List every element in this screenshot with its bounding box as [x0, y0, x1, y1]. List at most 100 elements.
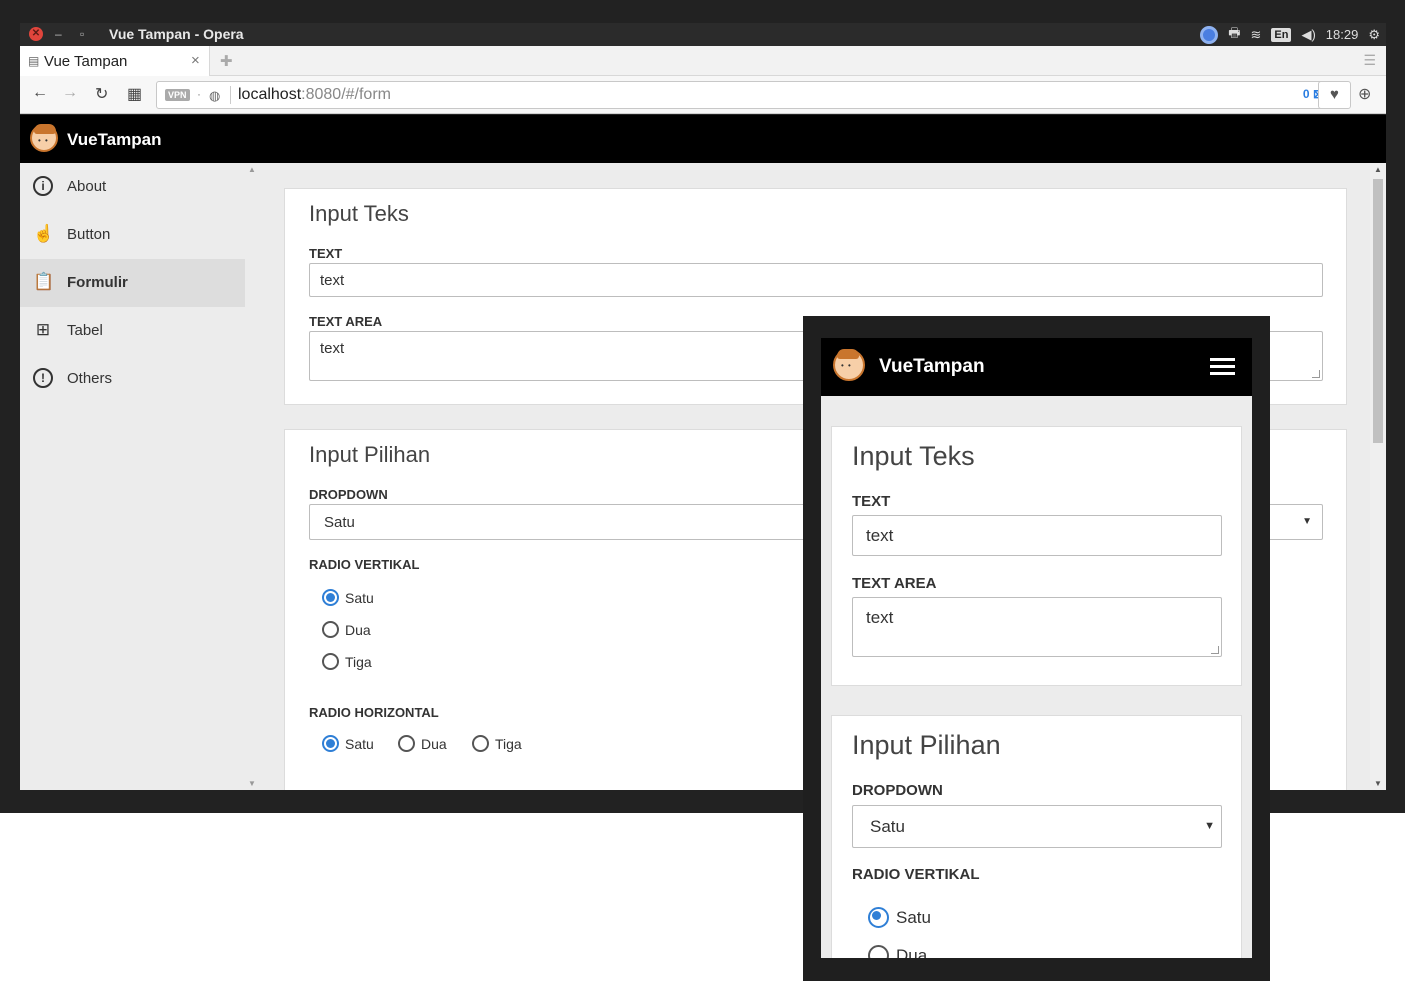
- sidebar-item-others[interactable]: ! Others: [20, 355, 245, 403]
- back-arrow-icon[interactable]: ←: [32, 84, 48, 102]
- window-restore-icon[interactable]: ▫: [80, 27, 84, 41]
- radio-horizontal-satu[interactable]: Satu: [322, 734, 392, 754]
- text-area[interactable]: text: [852, 597, 1222, 657]
- forward-arrow-icon[interactable]: →: [62, 84, 78, 102]
- app-header: VueTampan: [20, 115, 1386, 163]
- dropdown-label: DROPDOWN: [309, 487, 388, 502]
- alert-icon: !: [33, 368, 53, 388]
- text-input[interactable]: text: [852, 515, 1222, 556]
- settings-gear-icon[interactable]: ⚙: [1368, 27, 1380, 43]
- textarea-label: TEXT AREA: [309, 314, 383, 329]
- sidebar: i About ☝ Button 📋 Formulir ⊞ Tabel ! Ot…: [20, 163, 245, 790]
- navigation-bar: ← → ↻ ▦ VPN · ◍ localhost:8080/#/form 0 …: [20, 76, 1386, 114]
- scroll-up-arrow-icon[interactable]: ▲: [1374, 165, 1382, 174]
- input-teks-card: Input Teks TEXT text TEXT AREA text: [831, 426, 1242, 686]
- download-icon[interactable]: ⊕: [1358, 84, 1371, 104]
- address-divider: [230, 86, 231, 104]
- site-info-icon[interactable]: ◍: [209, 88, 220, 104]
- chevron-down-icon: ▼: [1204, 820, 1215, 832]
- sidebar-item-button[interactable]: ☝ Button: [20, 211, 245, 259]
- mobile-screen: VueTampan Input Teks TEXT text TEXT AREA…: [821, 338, 1252, 958]
- speed-dial-icon[interactable]: ▦: [127, 84, 142, 104]
- radio-vertical-tiga[interactable]: Tiga: [322, 652, 402, 672]
- dropdown-value: Satu: [870, 817, 905, 836]
- vpn-badge[interactable]: VPN: [165, 89, 190, 101]
- chevron-down-icon: ▼: [1302, 516, 1312, 527]
- mascot-logo-icon[interactable]: [30, 124, 58, 152]
- tab-menu-icon[interactable]: ☰: [1363, 52, 1376, 69]
- text-input[interactable]: text: [309, 263, 1323, 297]
- radio-vertical-dua[interactable]: Dua: [322, 620, 402, 640]
- sidebar-item-tabel[interactable]: ⊞ Tabel: [20, 307, 245, 355]
- resize-grip-icon[interactable]: [1312, 370, 1320, 378]
- radio-horizontal-label: RADIO HORIZONTAL: [309, 705, 439, 720]
- adblock-count: 0: [1302, 87, 1310, 101]
- window-title: Vue Tampan - Opera: [109, 26, 244, 42]
- url-path: :8080/#/form: [301, 86, 391, 103]
- radio-unchecked-icon: [868, 945, 889, 958]
- clock[interactable]: 18:29: [1326, 27, 1359, 42]
- radio-label: Satu: [345, 590, 374, 606]
- address-separator-dot: ·: [197, 87, 201, 101]
- scroll-down-arrow-icon[interactable]: ▼: [1374, 779, 1382, 788]
- scroll-down-arrow-icon[interactable]: ▼: [248, 779, 256, 788]
- textarea-label: TEXT AREA: [852, 575, 937, 592]
- mobile-app-header: VueTampan: [821, 338, 1252, 396]
- radio-checked-icon: [322, 589, 339, 606]
- sidebar-scrollbar[interactable]: ▲ ▼: [246, 163, 258, 790]
- sidebar-item-label: Button: [67, 226, 111, 243]
- radio-label: Dua: [896, 946, 928, 958]
- card-title: Input Teks: [309, 201, 409, 226]
- url-text[interactable]: localhost:8080/#/form: [238, 86, 391, 104]
- scroll-up-arrow-icon[interactable]: ▲: [248, 165, 256, 174]
- input-pilihan-card: Input Pilihan DROPDOWN Satu ▼ RADIO VERT…: [831, 715, 1242, 958]
- reload-icon[interactable]: ↻: [95, 84, 108, 104]
- radio-unchecked-icon: [472, 735, 489, 752]
- window-minimize-icon[interactable]: –: [55, 27, 62, 41]
- radio-checked-icon: [868, 907, 889, 928]
- tab-close-icon[interactable]: ×: [191, 52, 200, 69]
- keyboard-layout-indicator[interactable]: En: [1271, 27, 1292, 42]
- radio-checked-icon: [322, 735, 339, 752]
- browser-tab[interactable]: ▤ Vue Tampan ×: [20, 46, 210, 76]
- app-brand[interactable]: VueTampan: [67, 130, 161, 150]
- mascot-logo-icon[interactable]: [833, 349, 865, 381]
- window-close-icon[interactable]: ✕: [29, 27, 43, 41]
- bookmark-heart-icon[interactable]: ♥: [1318, 81, 1351, 109]
- radio-vertical-dua[interactable]: Dua: [868, 944, 968, 958]
- scrollbar-thumb[interactable]: [1373, 179, 1383, 443]
- tab-bar: ▤ Vue Tampan × ✚ ☰: [20, 46, 1386, 76]
- sidebar-item-formulir[interactable]: 📋 Formulir: [20, 259, 245, 307]
- new-tab-icon[interactable]: ✚: [220, 52, 233, 70]
- radio-vertical-satu[interactable]: Satu: [322, 588, 402, 608]
- chrome-icon[interactable]: [1200, 25, 1219, 44]
- wifi-icon[interactable]: ≋: [1251, 27, 1262, 43]
- clipboard-icon: 📋: [33, 272, 55, 291]
- text-label: TEXT: [309, 246, 343, 261]
- hamburger-menu-icon[interactable]: [1210, 358, 1235, 376]
- address-bar[interactable]: VPN · ◍ localhost:8080/#/form 0 ⊠: [156, 81, 1332, 109]
- card-title: Input Pilihan: [309, 442, 431, 467]
- title-bar: ✕ – ▫ Vue Tampan - Opera 🖶 ≋ En ◀) 18:29…: [20, 23, 1386, 46]
- radio-vertical-satu[interactable]: Satu: [868, 906, 968, 930]
- radio-label: Satu: [345, 736, 374, 752]
- page-scrollbar[interactable]: ▲ ▼: [1370, 163, 1386, 790]
- radio-horizontal-dua[interactable]: Dua: [398, 734, 468, 754]
- dropdown-select[interactable]: Satu ▼: [852, 805, 1222, 848]
- textarea-value: text: [320, 340, 345, 357]
- printer-icon[interactable]: 🖶: [1228, 24, 1240, 46]
- text-label: TEXT: [852, 493, 891, 510]
- radio-unchecked-icon: [322, 621, 339, 638]
- resize-grip-icon[interactable]: [1211, 646, 1219, 654]
- sidebar-item-about[interactable]: i About: [20, 163, 245, 211]
- document-icon: ▤: [28, 54, 40, 68]
- dropdown-value: Satu: [324, 514, 355, 531]
- radio-horizontal-tiga[interactable]: Tiga: [472, 734, 542, 754]
- card-title: Input Teks: [852, 441, 975, 471]
- system-tray: 🖶 ≋ En ◀) 18:29 ⚙: [1200, 23, 1386, 46]
- sidebar-item-label: Tabel: [67, 322, 103, 339]
- app-brand[interactable]: VueTampan: [879, 356, 985, 378]
- mobile-preview: VueTampan Input Teks TEXT text TEXT AREA…: [803, 316, 1270, 981]
- radio-vertical-label: RADIO VERTIKAL: [309, 557, 420, 572]
- volume-icon[interactable]: ◀): [1301, 27, 1315, 43]
